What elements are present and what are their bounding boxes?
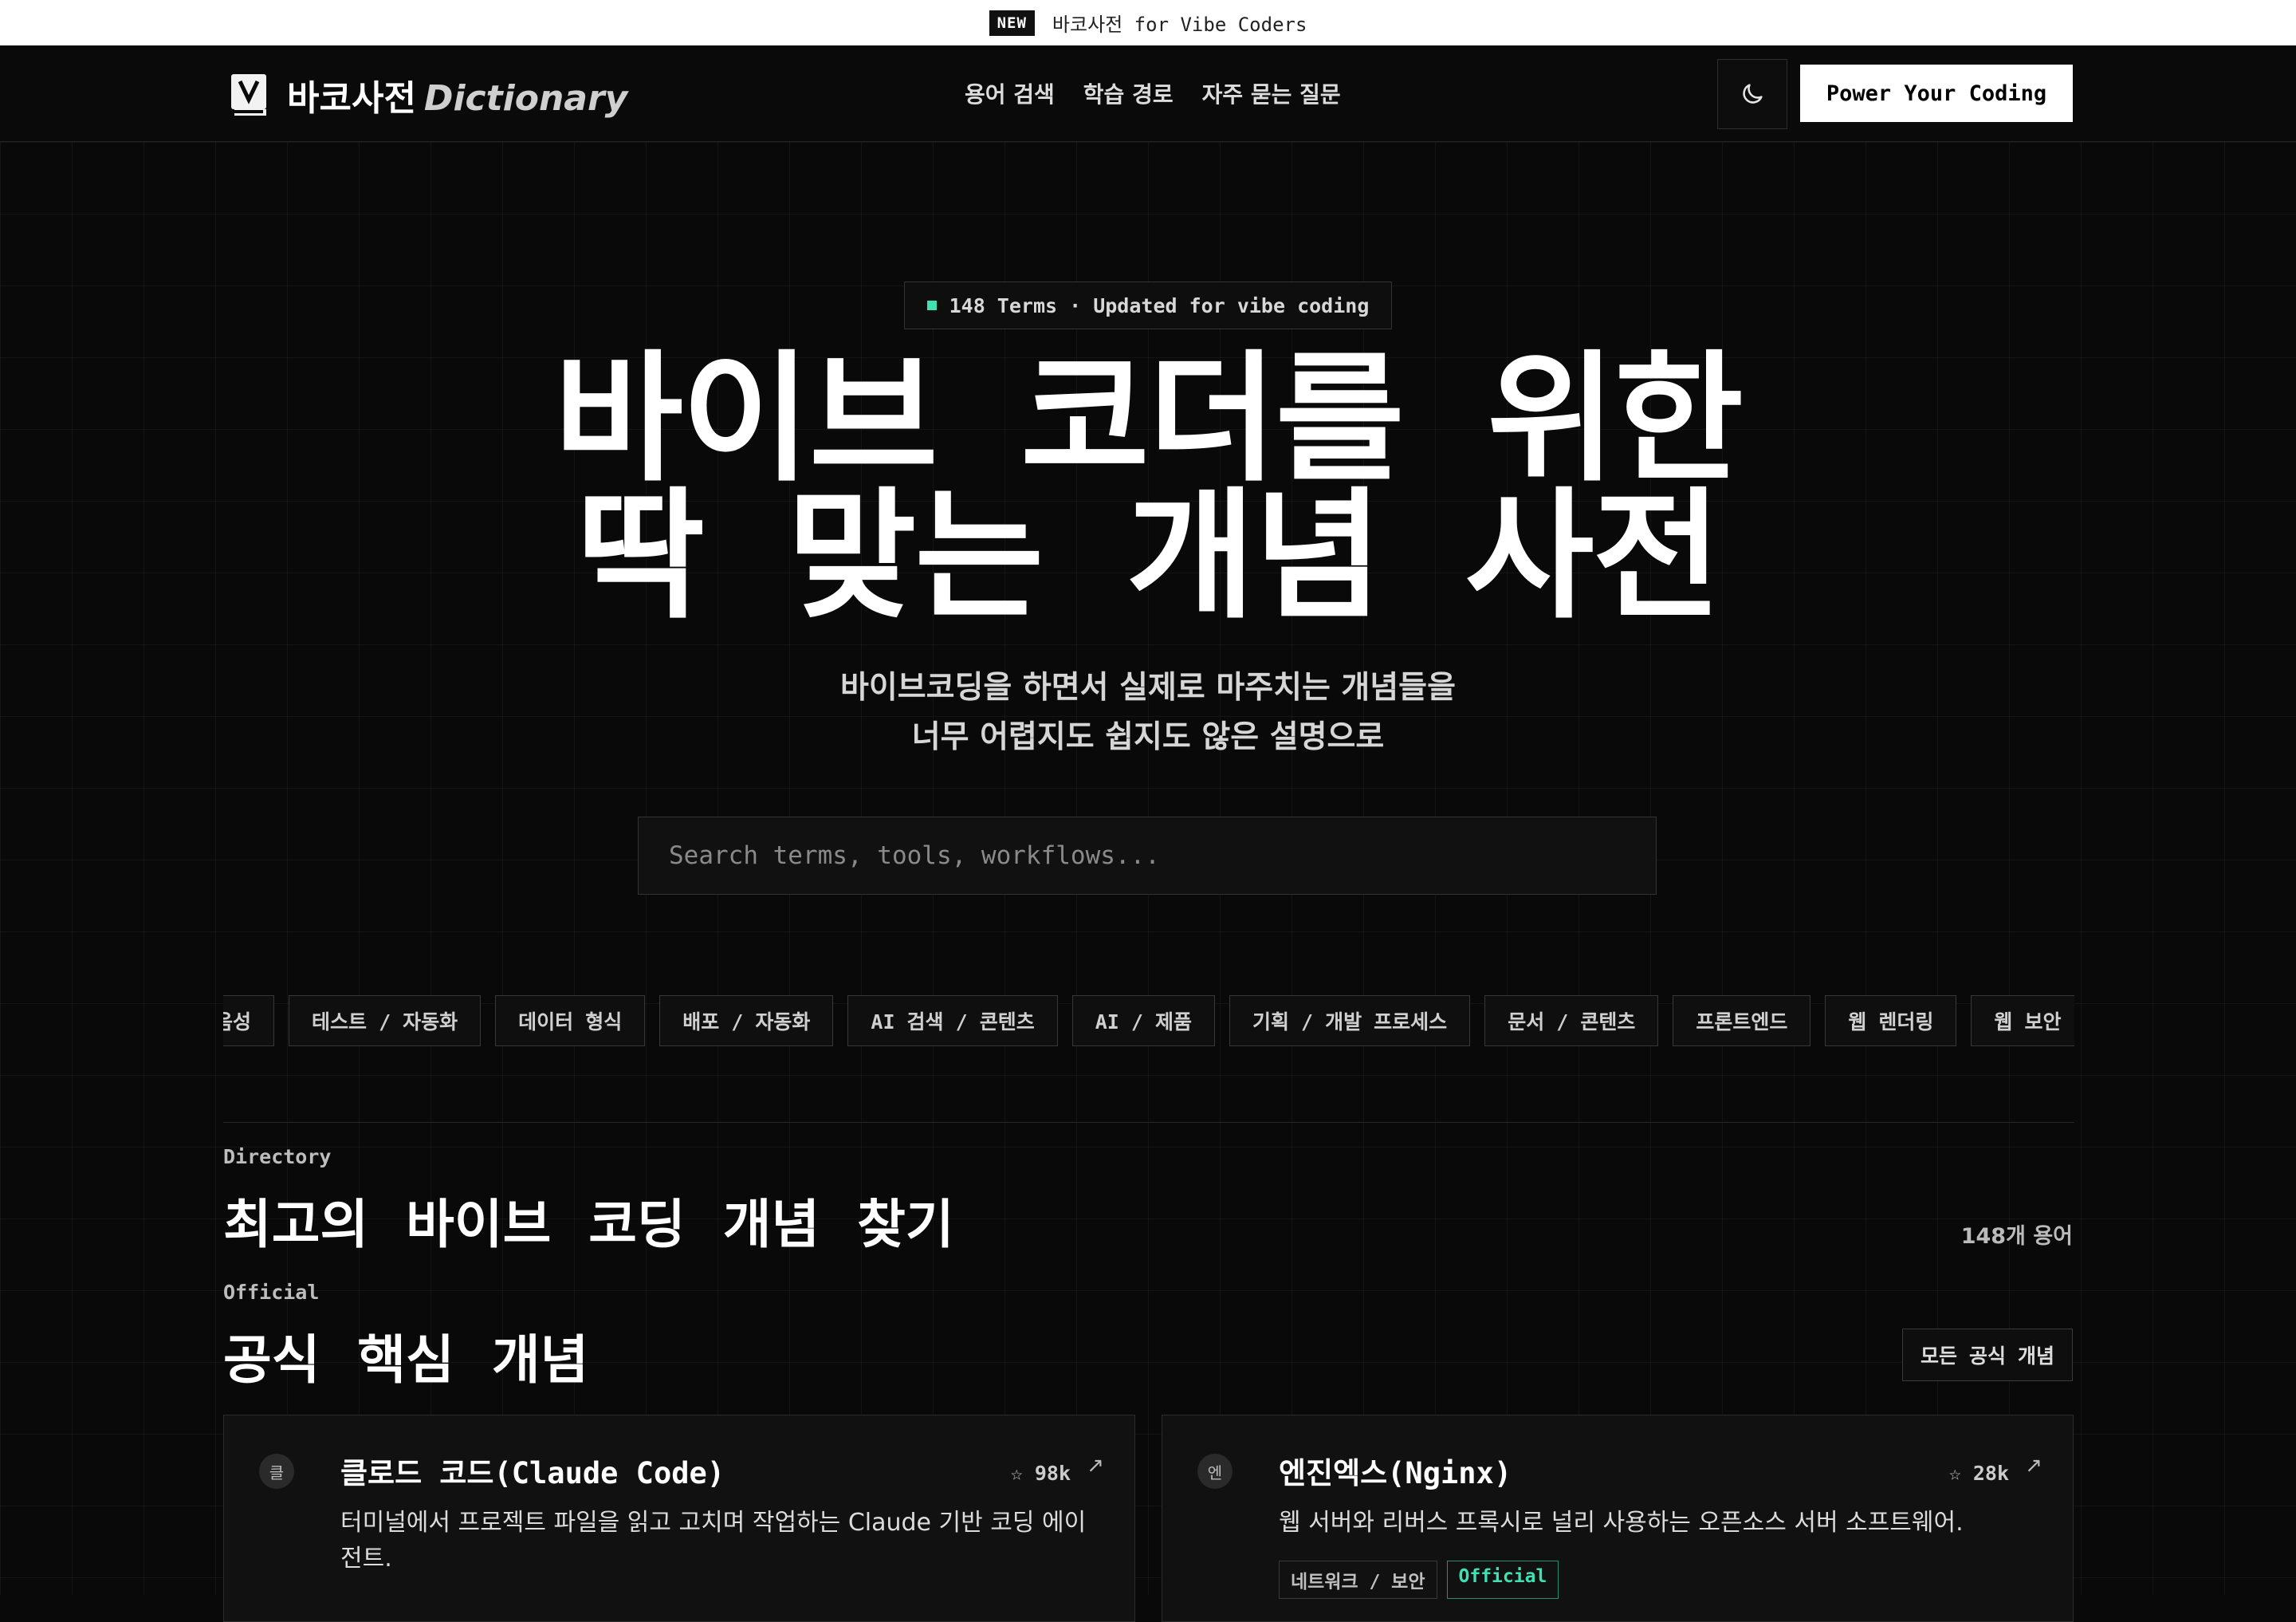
moon-icon xyxy=(1743,84,1763,104)
hero-subtitle-line-2: 너무 어렵지도 쉽지도 않은 설명으로 xyxy=(911,719,1385,755)
hero-subtitle-line-1: 바이브코딩을 하면서 실제로 마주치는 개념들을 xyxy=(840,670,1456,706)
pill-text: 148 Terms · Updated for vibe coding xyxy=(949,293,1370,317)
card-avatar: 클 xyxy=(259,1454,294,1489)
category-tags-strip[interactable]: 음성 테스트 / 자동화 데이터 형식 배포 / 자동화 AI 검색 / 콘텐츠… xyxy=(223,995,2074,1049)
main-nav: 용어 검색 학습 경로 자주 묻는 질문 xyxy=(965,77,1341,109)
card-description: 웹 서버와 리버스 프록시로 널리 사용하는 오픈소스 서버 소프트웨어. xyxy=(1279,1509,1964,1537)
announcement-bar[interactable]: NEW 바코사전 for Vibe Coders xyxy=(0,0,2296,45)
directory-eyebrow: Directory xyxy=(223,1145,332,1168)
terms-count-pill: 148 Terms · Updated for vibe coding xyxy=(904,281,1392,329)
section-divider xyxy=(223,1122,2074,1123)
nav-faq[interactable]: 자주 묻는 질문 xyxy=(1202,77,1341,109)
card-title[interactable]: 클로드 코드(Claude Code) xyxy=(340,1449,725,1492)
tag-docs-content[interactable]: 문서 / 콘텐츠 xyxy=(1484,995,1659,1046)
tag-planning-process[interactable]: 기획 / 개발 프로세스 xyxy=(1229,995,1471,1046)
search-input[interactable] xyxy=(638,817,1657,895)
directory-title: 최고의 바이브 코딩 개념 찾기 xyxy=(223,1194,954,1255)
announcement-text: 바코사전 for Vibe Coders xyxy=(1052,14,1307,36)
official-title: 공식 핵심 개념 xyxy=(223,1329,589,1391)
power-your-coding-button[interactable]: Power Your Coding xyxy=(1800,65,2073,122)
site-header: 바코사전 Dictionary 용어 검색 학습 경로 자주 묻는 질문 Powe… xyxy=(0,45,2296,142)
official-eyebrow: Official xyxy=(223,1281,320,1304)
logo-text: 바코사전 Dictionary xyxy=(287,78,628,119)
tag-test-automation[interactable]: 테스트 / 자동화 xyxy=(289,995,482,1046)
card-avatar: 엔 xyxy=(1197,1454,1233,1489)
nav-learning-path[interactable]: 학습 경로 xyxy=(1083,77,1174,109)
nav-term-search[interactable]: 용어 검색 xyxy=(965,77,1055,109)
card-title[interactable]: 엔진엑스(Nginx) xyxy=(1279,1449,1512,1492)
hero-title-line-2: 딱 맞는 개념 사전 xyxy=(576,474,1721,638)
status-dot-icon xyxy=(926,301,937,310)
tag-web-security[interactable]: 웹 보안 xyxy=(1971,995,2074,1046)
external-link-icon[interactable]: ↗ xyxy=(2025,1454,2042,1478)
new-badge: NEW xyxy=(989,10,1035,36)
tag-web-rendering[interactable]: 웹 렌더링 xyxy=(1825,995,1957,1046)
hero-title: 바이브 코더를 위한 딱 맞는 개념 사전 xyxy=(0,349,2296,627)
card-description: 터미널에서 프로젝트 파일을 읽고 고치며 작업하는 Claude 기반 코딩 … xyxy=(340,1509,1087,1573)
card-chips: 네트워크 / 보안 Official xyxy=(1279,1561,1559,1599)
tag-voice[interactable]: 음성 xyxy=(223,995,275,1046)
tag-deploy-automation[interactable]: 배포 / 자동화 xyxy=(659,995,834,1046)
hero-subtitle: 바이브코딩을 하면서 실제로 마주치는 개념들을 너무 어렵지도 쉽지도 않은 … xyxy=(0,663,2296,762)
all-official-button[interactable]: 모든 공식 개념 xyxy=(1902,1329,2073,1381)
tag-ai-product[interactable]: AI / 제품 xyxy=(1071,995,1215,1046)
logo[interactable]: 바코사전 Dictionary xyxy=(230,69,627,120)
term-card-nginx[interactable]: 엔 엔진엑스(Nginx) ☆ 28k ↗ 웹 서버와 리버스 프록시로 널리 … xyxy=(1162,1415,2074,1622)
card-stars: ☆ 28k xyxy=(1948,1462,2009,1485)
tag-frontend[interactable]: 프론트엔드 xyxy=(1673,995,1811,1046)
card-stars: ☆ 98k xyxy=(1010,1462,1071,1485)
book-v-icon xyxy=(231,74,266,116)
term-count: 148개 용어 xyxy=(1960,1224,2073,1249)
term-card-claude-code[interactable]: 클 클로드 코드(Claude Code) ☆ 98k ↗ 터미널에서 프로젝트… xyxy=(223,1415,1135,1622)
external-link-icon[interactable]: ↗ xyxy=(1087,1454,1104,1478)
tag-data-format[interactable]: 데이터 형식 xyxy=(495,995,646,1046)
official-badge: Official xyxy=(1446,1561,1559,1599)
tag-ai-search-content[interactable]: AI 검색 / 콘텐츠 xyxy=(847,995,1058,1046)
category-chip[interactable]: 네트워크 / 보안 xyxy=(1279,1561,1437,1599)
theme-toggle-button[interactable] xyxy=(1717,59,1787,129)
